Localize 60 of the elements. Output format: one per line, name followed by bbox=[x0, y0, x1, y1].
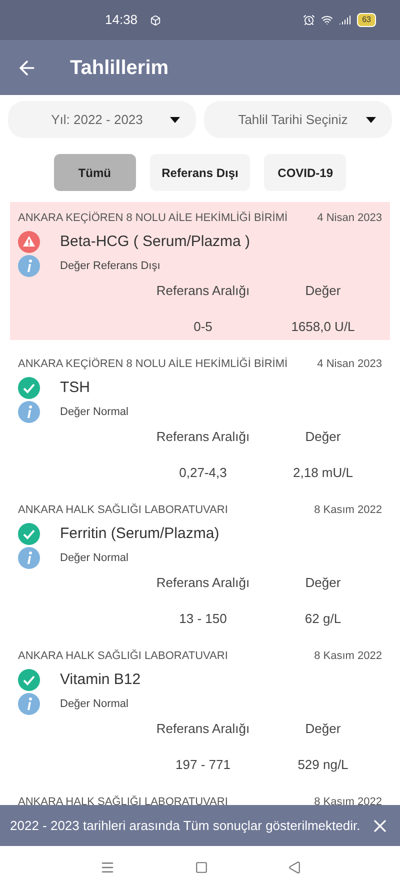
reference-range: 197 - 771 bbox=[174, 756, 232, 774]
column-label: Referans Aralığı bbox=[155, 428, 251, 446]
filter-dropdown[interactable]: Yıl: 2022 - 2023 bbox=[8, 101, 196, 138]
test-date: 4 Nisan 2023 bbox=[317, 357, 382, 372]
result-note: Değer Normal bbox=[60, 404, 128, 420]
filter-dropdown[interactable]: Tahlil Tarihi Seçiniz bbox=[204, 101, 392, 138]
lab-name: ANKARA KEÇİÖREN 8 NOLU AİLE HEKİMLİĞİ BİRİMİ bbox=[18, 356, 288, 372]
signal-icon bbox=[339, 14, 352, 26]
test-date: 8 Kasım 2022 bbox=[314, 795, 382, 805]
battery-level: 63 bbox=[357, 13, 376, 27]
column-label: Referans Aralığı bbox=[155, 720, 251, 738]
result-note: Değer Referans Dışı bbox=[60, 258, 160, 274]
snackbar-message: 2022 - 2023 tarihleri arasında Tüm sonuçlar gösterilmektedir. bbox=[10, 816, 362, 835]
test-name: Ferritin (Serum/Plazma) bbox=[60, 524, 220, 544]
test-name: Vitamin B12 bbox=[60, 670, 141, 690]
alarm-icon bbox=[303, 14, 316, 26]
result-note: Değer Normal bbox=[60, 550, 128, 566]
info-icon[interactable] bbox=[18, 255, 40, 277]
test-name: Beta-HCG ( Serum/Plazma ) bbox=[60, 232, 250, 252]
lab-name: ANKARA KEÇİÖREN 8 NOLU AİLE HEKİMLİĞİ BİRİMİ bbox=[18, 210, 288, 226]
reference-range: 0-5 bbox=[192, 318, 214, 336]
lab-name: ANKARA HALK SAĞLIĞI LABORATUVARI bbox=[18, 648, 228, 664]
test-date: 8 Kasım 2022 bbox=[314, 649, 382, 664]
page-title: Tahlillerim bbox=[70, 56, 169, 80]
test-date: 8 Kasım 2022 bbox=[314, 503, 382, 518]
lab-name: ANKARA HALK SAĞLIĞI LABORATUVARI bbox=[18, 502, 228, 518]
status-time: 14:38 bbox=[105, 11, 138, 30]
test-name: TSH bbox=[60, 378, 90, 398]
info-icon[interactable] bbox=[18, 401, 40, 423]
result-value: 62 g/L bbox=[304, 610, 342, 628]
filter-tab[interactable]: Referans Dışı bbox=[150, 154, 250, 191]
filter-tab[interactable]: COVID-19 bbox=[264, 154, 346, 191]
dropdown-caret-icon bbox=[170, 116, 180, 122]
filter-tab[interactable]: Tümü bbox=[54, 154, 136, 191]
column-label: Değer bbox=[304, 428, 342, 446]
result-value: 2,18 mU/L bbox=[292, 464, 354, 482]
result-value: 529 ng/L bbox=[296, 756, 350, 774]
column-label: Değer bbox=[304, 720, 342, 738]
check-icon bbox=[18, 376, 40, 399]
check-icon bbox=[18, 668, 40, 691]
app-icon bbox=[150, 14, 161, 26]
lab-name: ANKARA HALK SAĞLIĞI LABORATUVARI bbox=[18, 794, 228, 805]
test-date: 4 Nisan 2023 bbox=[317, 211, 382, 226]
column-label: Referans Aralığı bbox=[155, 574, 251, 592]
result-card[interactable]: ANKARA KEÇİÖREN 8 NOLU AİLE HEKİMLİĞİ BİRİMİ 4 Nisan 2023 Beta-HCG ( Serum/Plazma ) Değer Referans Dışı Referans Aralığı Değer 0-5 1658,0 U/L bbox=[10, 202, 390, 340]
column-label: Değer bbox=[304, 574, 342, 592]
info-icon[interactable] bbox=[18, 547, 40, 569]
home-icon[interactable] bbox=[194, 860, 208, 874]
info-icon[interactable] bbox=[18, 693, 40, 715]
warning-icon bbox=[18, 230, 40, 253]
reference-range: 13 - 150 bbox=[178, 610, 228, 628]
reference-range: 0,27-4,3 bbox=[178, 464, 228, 482]
check-icon bbox=[18, 522, 40, 545]
back-icon[interactable] bbox=[288, 860, 300, 874]
result-value: 1658,0 U/L bbox=[290, 318, 356, 336]
column-label: Değer bbox=[304, 282, 342, 300]
column-label: Referans Aralığı bbox=[155, 282, 251, 300]
dropdown-caret-icon bbox=[366, 116, 376, 122]
menu-icon[interactable] bbox=[100, 860, 114, 874]
result-note: Değer Normal bbox=[60, 696, 128, 712]
